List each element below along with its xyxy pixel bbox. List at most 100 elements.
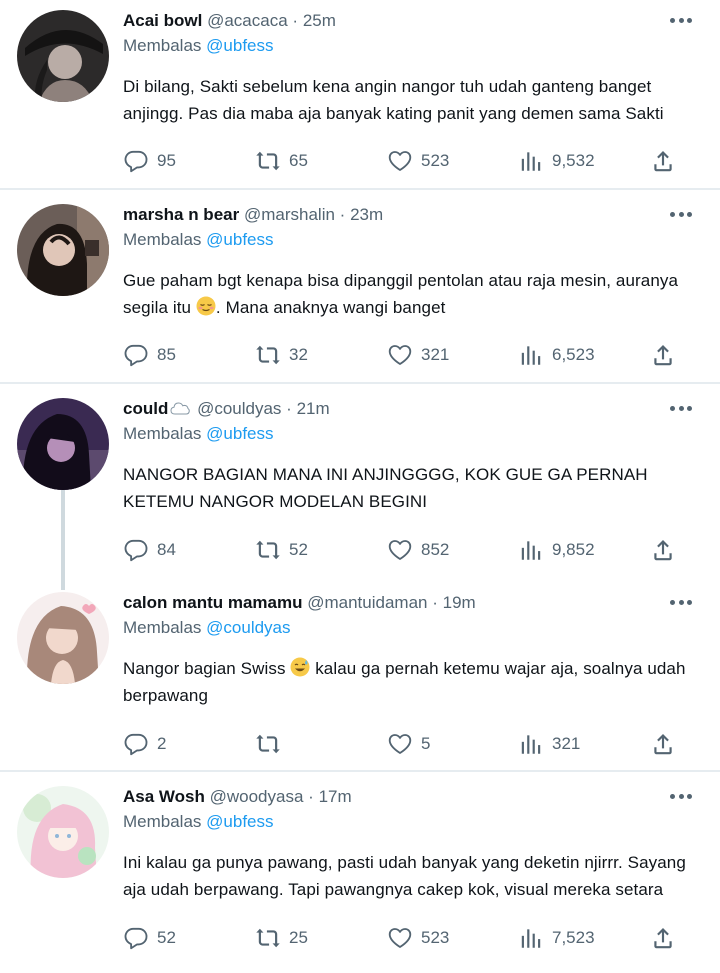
- avatar[interactable]: [17, 398, 109, 490]
- avatar[interactable]: [17, 786, 109, 878]
- avatar[interactable]: [17, 10, 109, 102]
- view-count: 6,523: [552, 345, 595, 364]
- retweet-button[interactable]: 32: [255, 340, 308, 370]
- timestamp[interactable]: 21m: [297, 399, 330, 418]
- reply-button[interactable]: 95: [123, 146, 176, 176]
- share-button[interactable]: [650, 923, 676, 953]
- reply-to-link[interactable]: @ubfess: [206, 424, 273, 443]
- reply-to-link[interactable]: @couldyas: [206, 618, 290, 637]
- comment-icon: [123, 731, 149, 757]
- view-count: 9,532: [552, 151, 595, 170]
- more-icon[interactable]: [670, 794, 692, 800]
- handle[interactable]: @mantuidaman: [307, 593, 427, 612]
- like-count: 852: [421, 540, 450, 559]
- more-icon[interactable]: [670, 406, 692, 412]
- display-name[interactable]: Asa Wosh: [123, 787, 205, 806]
- divider: [0, 382, 720, 384]
- share-icon: [650, 342, 676, 368]
- reply-button[interactable]: 52: [123, 923, 176, 953]
- relieved-face-emoji: [196, 296, 216, 316]
- tweet[interactable]: Asa Wosh @woodyasa · 17m Membalas @ubfes…: [0, 786, 720, 966]
- retweet-button[interactable]: 25: [255, 923, 308, 953]
- handle[interactable]: @marshalin: [244, 205, 335, 224]
- retweet-icon: [255, 537, 281, 563]
- share-button[interactable]: [650, 535, 676, 565]
- handle[interactable]: @acacaca: [207, 11, 288, 30]
- avatar[interactable]: [17, 204, 109, 296]
- reply-prefix: Membalas: [123, 230, 202, 249]
- tweet[interactable]: could @couldyas · 21m Membalas @ubfess N…: [0, 398, 720, 578]
- display-name[interactable]: calon mantu mamamu: [123, 593, 303, 612]
- views-button[interactable]: 9,532: [518, 146, 595, 176]
- share-button[interactable]: [650, 729, 676, 759]
- retweet-button[interactable]: [255, 729, 289, 759]
- handle[interactable]: @couldyas: [197, 399, 281, 418]
- views-button[interactable]: 9,852: [518, 535, 595, 565]
- display-name[interactable]: Acai bowl: [123, 11, 202, 30]
- retweet-button[interactable]: 52: [255, 535, 308, 565]
- timestamp[interactable]: 19m: [443, 593, 476, 612]
- more-icon[interactable]: [670, 600, 692, 606]
- avatar[interactable]: [17, 592, 109, 684]
- display-name[interactable]: marsha n bear: [123, 205, 239, 224]
- view-count: 7,523: [552, 928, 595, 947]
- like-count: 321: [421, 345, 450, 364]
- more-icon[interactable]: [670, 18, 692, 24]
- reply-context: Membalas @couldyas: [123, 617, 291, 639]
- handle[interactable]: @woodyasa: [210, 787, 304, 806]
- reply-context: Membalas @ubfess: [123, 35, 274, 57]
- timestamp[interactable]: 23m: [350, 205, 383, 224]
- reply-prefix: Membalas: [123, 618, 202, 637]
- reply-count: 95: [157, 151, 176, 170]
- retweet-count: 52: [289, 540, 308, 559]
- like-button[interactable]: 523: [387, 923, 449, 953]
- tweet-text-part: . Mana anaknya wangi banget: [215, 298, 446, 317]
- tweet-text: Di bilang, Sakti sebelum kena angin nang…: [123, 77, 664, 123]
- reply-to-link[interactable]: @ubfess: [206, 812, 273, 831]
- reply-to-link[interactable]: @ubfess: [206, 230, 273, 249]
- views-icon: [518, 148, 544, 174]
- display-name[interactable]: could: [123, 399, 168, 418]
- like-button[interactable]: 5: [387, 729, 430, 759]
- timestamp[interactable]: 17m: [319, 787, 352, 806]
- views-button[interactable]: 6,523: [518, 340, 595, 370]
- like-count: 523: [421, 151, 450, 170]
- views-icon: [518, 537, 544, 563]
- separator-dot: ·: [339, 205, 346, 224]
- reply-to-link[interactable]: @ubfess: [206, 36, 273, 55]
- share-button[interactable]: [650, 340, 676, 370]
- views-icon: [518, 731, 544, 757]
- comment-icon: [123, 925, 149, 951]
- heart-icon: [387, 148, 413, 174]
- separator-dot: ·: [292, 11, 299, 30]
- tweet[interactable]: calon mantu mamamu @mantuidaman · 19m Me…: [0, 592, 720, 770]
- like-count: 5: [421, 734, 431, 753]
- retweet-button[interactable]: 65: [255, 146, 308, 176]
- share-icon: [650, 731, 676, 757]
- like-button[interactable]: 523: [387, 146, 449, 176]
- reply-button[interactable]: 84: [123, 535, 176, 565]
- tweet-text: Ini kalau ga punya pawang, pasti udah ba…: [123, 853, 686, 899]
- tweet[interactable]: marsha n bear @marshalin · 23m Membalas …: [0, 204, 720, 382]
- views-button[interactable]: 321: [518, 729, 580, 759]
- reply-prefix: Membalas: [123, 424, 202, 443]
- like-button[interactable]: 321: [387, 340, 449, 370]
- tweet[interactable]: Acai bowl @acacaca · 25m Membalas @ubfes…: [0, 10, 720, 188]
- reply-context: Membalas @ubfess: [123, 229, 274, 251]
- retweet-count: 32: [289, 345, 308, 364]
- tweet-text: Nangor bagian Swiss kalau ga pernah kete…: [123, 655, 698, 709]
- reply-button[interactable]: 85: [123, 340, 176, 370]
- views-button[interactable]: 7,523: [518, 923, 595, 953]
- like-button[interactable]: 852: [387, 535, 449, 565]
- timestamp[interactable]: 25m: [303, 11, 336, 30]
- more-icon[interactable]: [670, 212, 692, 218]
- retweet-icon: [255, 148, 281, 174]
- reply-button[interactable]: 2: [123, 729, 166, 759]
- views-icon: [518, 342, 544, 368]
- sweat-smile-emoji: [290, 657, 310, 677]
- retweet-count: 65: [289, 151, 308, 170]
- share-icon: [650, 925, 676, 951]
- share-button[interactable]: [650, 146, 676, 176]
- divider: [0, 188, 720, 190]
- action-bar: 2 5 321: [0, 729, 720, 759]
